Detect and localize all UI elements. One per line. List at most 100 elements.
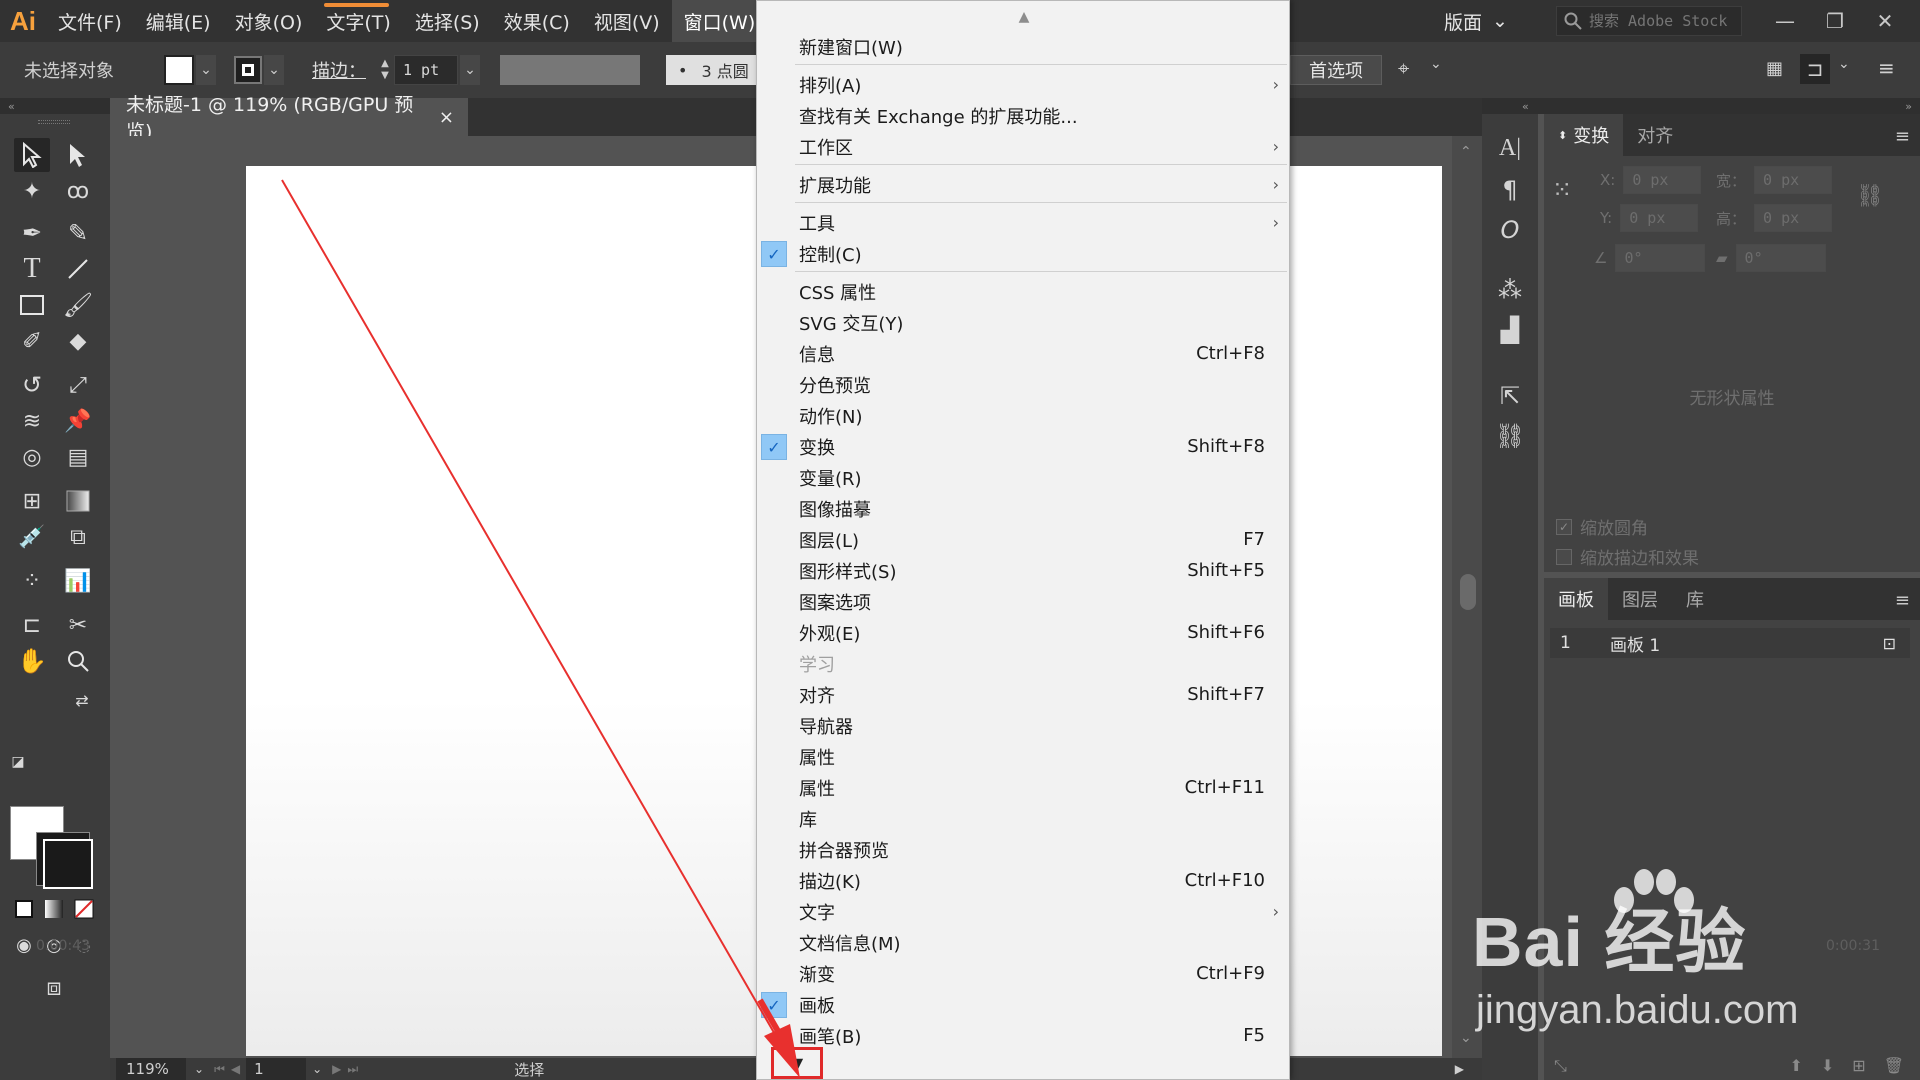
- menu-item[interactable]: 扩展功能 ›: [757, 169, 1291, 200]
- menu-view[interactable]: 视图(V): [582, 0, 672, 42]
- export-panel-icon[interactable]: ⇱: [1494, 380, 1526, 412]
- variable-width-profile[interactable]: [500, 55, 640, 85]
- pen-tool-icon[interactable]: ✒: [14, 216, 50, 250]
- scroll-up-icon[interactable]: ⌃: [1460, 144, 1472, 160]
- scale-strokes-row[interactable]: 缩放描边和效果: [1556, 544, 1699, 569]
- tools-grip[interactable]: [38, 120, 70, 124]
- rectangle-tool-icon[interactable]: [14, 288, 50, 322]
- workspace-switcher[interactable]: 版面 ⌄: [1444, 0, 1508, 42]
- menu-item[interactable]: 工具 ›: [757, 207, 1291, 238]
- character-panel-icon[interactable]: A|: [1494, 132, 1526, 164]
- symbol-sprayer-tool-icon[interactable]: ⁘: [14, 564, 50, 598]
- menu-scroll-down-button[interactable]: ▼: [771, 1047, 823, 1079]
- direct-selection-tool-icon[interactable]: [60, 138, 96, 172]
- menu-item[interactable]: 图层(L) F7: [757, 524, 1291, 555]
- panel-options-icon[interactable]: ⊐: [1800, 54, 1830, 84]
- new-artboard-icon[interactable]: ⊞: [1852, 1056, 1865, 1076]
- tools-collapse-strip[interactable]: «: [0, 98, 110, 114]
- stock-search-input[interactable]: [1589, 12, 1739, 30]
- artboard-options-icon[interactable]: ⊡: [1883, 634, 1896, 653]
- warp-tool-icon[interactable]: ≋: [14, 404, 50, 438]
- glyphs-panel-icon[interactable]: ⁂: [1494, 274, 1526, 306]
- menu-item[interactable]: 外观(E) Shift+F6: [757, 617, 1291, 648]
- draw-normal-icon[interactable]: ◉: [10, 932, 38, 958]
- transform-pin-icon[interactable]: ⌖: [1398, 56, 1409, 80]
- menu-object[interactable]: 对象(O): [223, 0, 315, 42]
- hand-tool-icon[interactable]: ✋: [14, 644, 50, 678]
- constrain-proportions-icon[interactable]: ⛓: [1856, 184, 1884, 209]
- rearrange-icon[interactable]: ⤡: [1554, 1056, 1567, 1076]
- menu-item[interactable]: 库: [757, 803, 1291, 834]
- tab-layers[interactable]: 图层: [1608, 578, 1672, 620]
- menu-item[interactable]: 属性: [757, 741, 1291, 772]
- tab-libraries[interactable]: 库: [1672, 578, 1718, 620]
- gradient-mode-icon[interactable]: [40, 896, 68, 922]
- stroke-color-box[interactable]: [36, 832, 93, 889]
- trash-icon[interactable]: 🗑: [1884, 1056, 1904, 1076]
- eraser-tool-icon[interactable]: ◆: [60, 324, 96, 358]
- menu-item[interactable]: 图形样式(S) Shift+F5: [757, 555, 1291, 586]
- chevron-down-icon[interactable]: ⌄: [1430, 56, 1442, 72]
- menu-scroll-up-icon[interactable]: ▲: [757, 9, 1291, 29]
- panel-menu-icon[interactable]: ≡: [1895, 126, 1910, 147]
- opentype-panel-icon[interactable]: O: [1494, 214, 1526, 246]
- stroke-weight-input[interactable]: 1 pt: [394, 55, 458, 85]
- menu-item[interactable]: 对齐 Shift+F7: [757, 679, 1291, 710]
- column-graph-tool-icon[interactable]: 📊: [60, 564, 96, 598]
- close-icon[interactable]: ✕: [1860, 0, 1910, 42]
- gradient-tool-icon[interactable]: [60, 484, 96, 518]
- mesh-tool-icon[interactable]: ⊞: [14, 484, 50, 518]
- menu-item[interactable]: 新建窗口(W): [757, 31, 1291, 62]
- default-colors-icon[interactable]: ◪: [6, 750, 30, 774]
- chevron-down-icon[interactable]: ⌄: [1838, 56, 1850, 72]
- menu-item[interactable]: ✓ 画板: [757, 989, 1291, 1020]
- menu-item[interactable]: 分色预览: [757, 369, 1291, 400]
- artboard-tool-icon[interactable]: ⊏: [14, 608, 50, 642]
- line-tool-icon[interactable]: [60, 252, 96, 286]
- chevron-down-icon[interactable]: ⌄: [460, 55, 480, 85]
- shear-input[interactable]: 0°: [1735, 244, 1826, 272]
- scale-corners-row[interactable]: ✓ 缩放圆角: [1556, 514, 1648, 539]
- artboard-number[interactable]: 1: [246, 1058, 307, 1080]
- menu-item[interactable]: 变量(R): [757, 462, 1291, 493]
- panel-menu-icon[interactable]: ≡: [1895, 590, 1910, 611]
- menu-item[interactable]: 渐变 Ctrl+F9: [757, 958, 1291, 989]
- menu-icon[interactable]: ≡: [1878, 56, 1895, 80]
- tab-artboards[interactable]: 画板: [1544, 578, 1608, 620]
- minimize-icon[interactable]: —: [1760, 0, 1810, 42]
- menu-item[interactable]: 描边(K) Ctrl+F10: [757, 865, 1291, 896]
- menu-effect[interactable]: 效果(C): [492, 0, 582, 42]
- stroke-swatch[interactable]: [234, 56, 262, 84]
- panels-collapse-strip[interactable]: « »: [1482, 98, 1920, 114]
- color-mode-icon[interactable]: [10, 896, 38, 922]
- menu-item[interactable]: 文档信息(M): [757, 927, 1291, 958]
- close-icon[interactable]: ×: [439, 107, 454, 128]
- selection-tool-icon[interactable]: [14, 138, 50, 172]
- menu-select[interactable]: 选择(S): [403, 0, 492, 42]
- menu-window[interactable]: 窗口(W): [671, 0, 768, 42]
- tab-align[interactable]: 对齐: [1623, 114, 1687, 156]
- reference-point-icon[interactable]: ⁙: [1552, 176, 1582, 206]
- tab-transform[interactable]: ⬍ 变换: [1544, 114, 1624, 156]
- next-last-nav-icon[interactable]: ▶⏭: [332, 1062, 364, 1077]
- chevron-down-icon[interactable]: ⌄: [196, 55, 216, 85]
- menu-type[interactable]: 文字(T): [314, 0, 402, 42]
- status-menu-icon[interactable]: ▶: [1455, 1062, 1464, 1076]
- first-prev-nav-icon[interactable]: ⏮◀: [214, 1062, 246, 1077]
- stroke-label[interactable]: 描边：: [312, 57, 366, 83]
- height-input[interactable]: 0 px: [1754, 204, 1833, 232]
- fill-swatch[interactable]: [164, 55, 194, 85]
- magic-wand-tool-icon[interactable]: ✦: [14, 174, 50, 208]
- lasso-tool-icon[interactable]: ꝏ: [60, 174, 96, 208]
- zoom-level[interactable]: 119%: [116, 1058, 186, 1080]
- menu-item[interactable]: CSS 属性: [757, 276, 1291, 307]
- type-tool-icon[interactable]: T: [14, 252, 50, 286]
- menu-file[interactable]: 文件(F): [46, 0, 134, 42]
- menu-item[interactable]: 信息 Ctrl+F8: [757, 338, 1291, 369]
- arrange-docs-icon[interactable]: ▦: [1766, 58, 1783, 79]
- move-down-icon[interactable]: ⬇: [1821, 1056, 1834, 1076]
- menu-item[interactable]: 排列(A) ›: [757, 69, 1291, 100]
- menu-item[interactable]: 导航器: [757, 710, 1291, 741]
- menu-item[interactable]: 图像描摹: [757, 493, 1291, 524]
- stroke-weight-stepper[interactable]: ▲ ▼: [376, 55, 394, 85]
